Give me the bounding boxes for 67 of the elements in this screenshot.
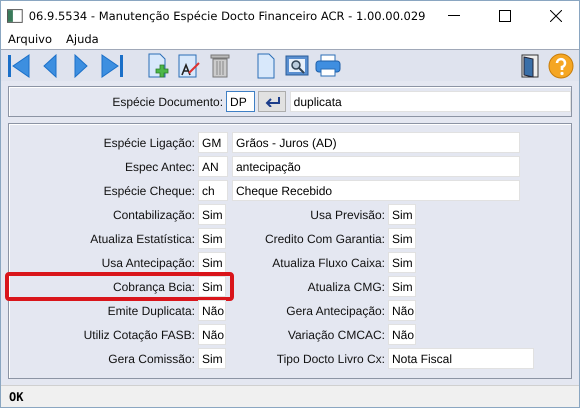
print-preview-icon bbox=[285, 54, 309, 78]
description-field[interactable]: Grãos - Juros (AD) bbox=[232, 132, 520, 153]
help-button[interactable] bbox=[548, 52, 574, 80]
code-field[interactable]: GM bbox=[198, 132, 228, 153]
description-field[interactable]: Cheque Recebido bbox=[232, 180, 520, 201]
previous-icon bbox=[42, 52, 58, 78]
edit-icon bbox=[177, 52, 201, 78]
field-label: Tipo Docto Livro Cx: bbox=[276, 352, 386, 366]
field-label: Variação CMCAC: bbox=[286, 328, 386, 342]
help-icon bbox=[548, 52, 574, 78]
field-label: Espec Antec: bbox=[124, 160, 196, 174]
maximize-icon bbox=[499, 10, 512, 22]
code-field[interactable]: DP bbox=[226, 91, 256, 112]
app-icon bbox=[7, 8, 23, 22]
edit-button[interactable] bbox=[176, 52, 202, 80]
field-label: Atualiza CMG: bbox=[306, 280, 386, 294]
field-label: Credito Com Garantia: bbox=[264, 232, 386, 246]
next-icon bbox=[73, 52, 89, 78]
value-field[interactable]: Sim bbox=[198, 204, 226, 225]
value-field[interactable]: Sim bbox=[198, 252, 226, 273]
close-icon bbox=[550, 10, 562, 22]
field-label: Atualiza Fluxo Caixa: bbox=[271, 256, 386, 270]
menu-item[interactable]: Arquivo bbox=[8, 32, 52, 46]
field-label: Cobrança Bcia: bbox=[112, 280, 196, 294]
value-field[interactable]: Sim bbox=[388, 228, 416, 249]
description-field[interactable]: duplicata bbox=[290, 91, 571, 112]
field-label: Contabilização: bbox=[112, 208, 196, 222]
add-document-icon bbox=[146, 52, 170, 78]
field-label: Gera Antecipação: bbox=[285, 304, 386, 318]
value-field[interactable]: Sim bbox=[388, 252, 416, 273]
value-field[interactable]: Sim bbox=[198, 276, 226, 297]
print-button[interactable] bbox=[315, 52, 341, 80]
last-button[interactable] bbox=[99, 52, 125, 80]
printer-icon bbox=[315, 54, 341, 78]
code-field[interactable]: AN bbox=[198, 156, 228, 177]
value-field[interactable]: Nota Fiscal bbox=[388, 348, 534, 369]
value-field[interactable]: Não bbox=[198, 300, 226, 321]
field-label: Usa Antecipação: bbox=[100, 256, 196, 270]
first-record-icon bbox=[7, 52, 31, 78]
window-title: 06.9.5534 - Manutenção Espécie Docto Financeiro ACR - 1.00.00.029 bbox=[28, 8, 426, 22]
value-field[interactable]: Não bbox=[198, 324, 226, 345]
field-label: Espécie Documento: bbox=[111, 94, 224, 108]
field-label: Espécie Cheque: bbox=[102, 184, 196, 198]
value-field[interactable]: Sim bbox=[198, 228, 226, 249]
document-icon bbox=[256, 52, 276, 78]
field-label: Atualiza Estatística: bbox=[89, 232, 196, 246]
first-button[interactable] bbox=[6, 52, 32, 80]
description-field[interactable]: antecipação bbox=[232, 156, 520, 177]
value-field[interactable]: Não bbox=[388, 300, 416, 321]
field-label: Espécie Ligação: bbox=[102, 136, 196, 150]
field-label: Gera Comissão: bbox=[107, 352, 196, 366]
menu-item[interactable]: Ajuda bbox=[66, 32, 99, 46]
field-label: Emite Duplicata: bbox=[106, 304, 196, 318]
field-label: Usa Previsão: bbox=[309, 208, 386, 222]
door-icon bbox=[520, 52, 540, 78]
field-label: Utiliz Cotação FASB: bbox=[82, 328, 196, 342]
enter-icon bbox=[263, 96, 282, 106]
last-record-icon bbox=[100, 52, 124, 78]
value-field[interactable]: Sim bbox=[388, 204, 416, 225]
enter-button[interactable] bbox=[258, 91, 286, 112]
trash-icon bbox=[209, 52, 231, 78]
value-field[interactable]: Sim bbox=[388, 276, 416, 297]
status-text: OK bbox=[9, 390, 24, 404]
value-field[interactable]: Não bbox=[388, 324, 416, 345]
minimize-icon bbox=[448, 14, 460, 16]
code-field[interactable]: ch bbox=[198, 180, 228, 201]
value-field[interactable]: Sim bbox=[198, 348, 226, 369]
